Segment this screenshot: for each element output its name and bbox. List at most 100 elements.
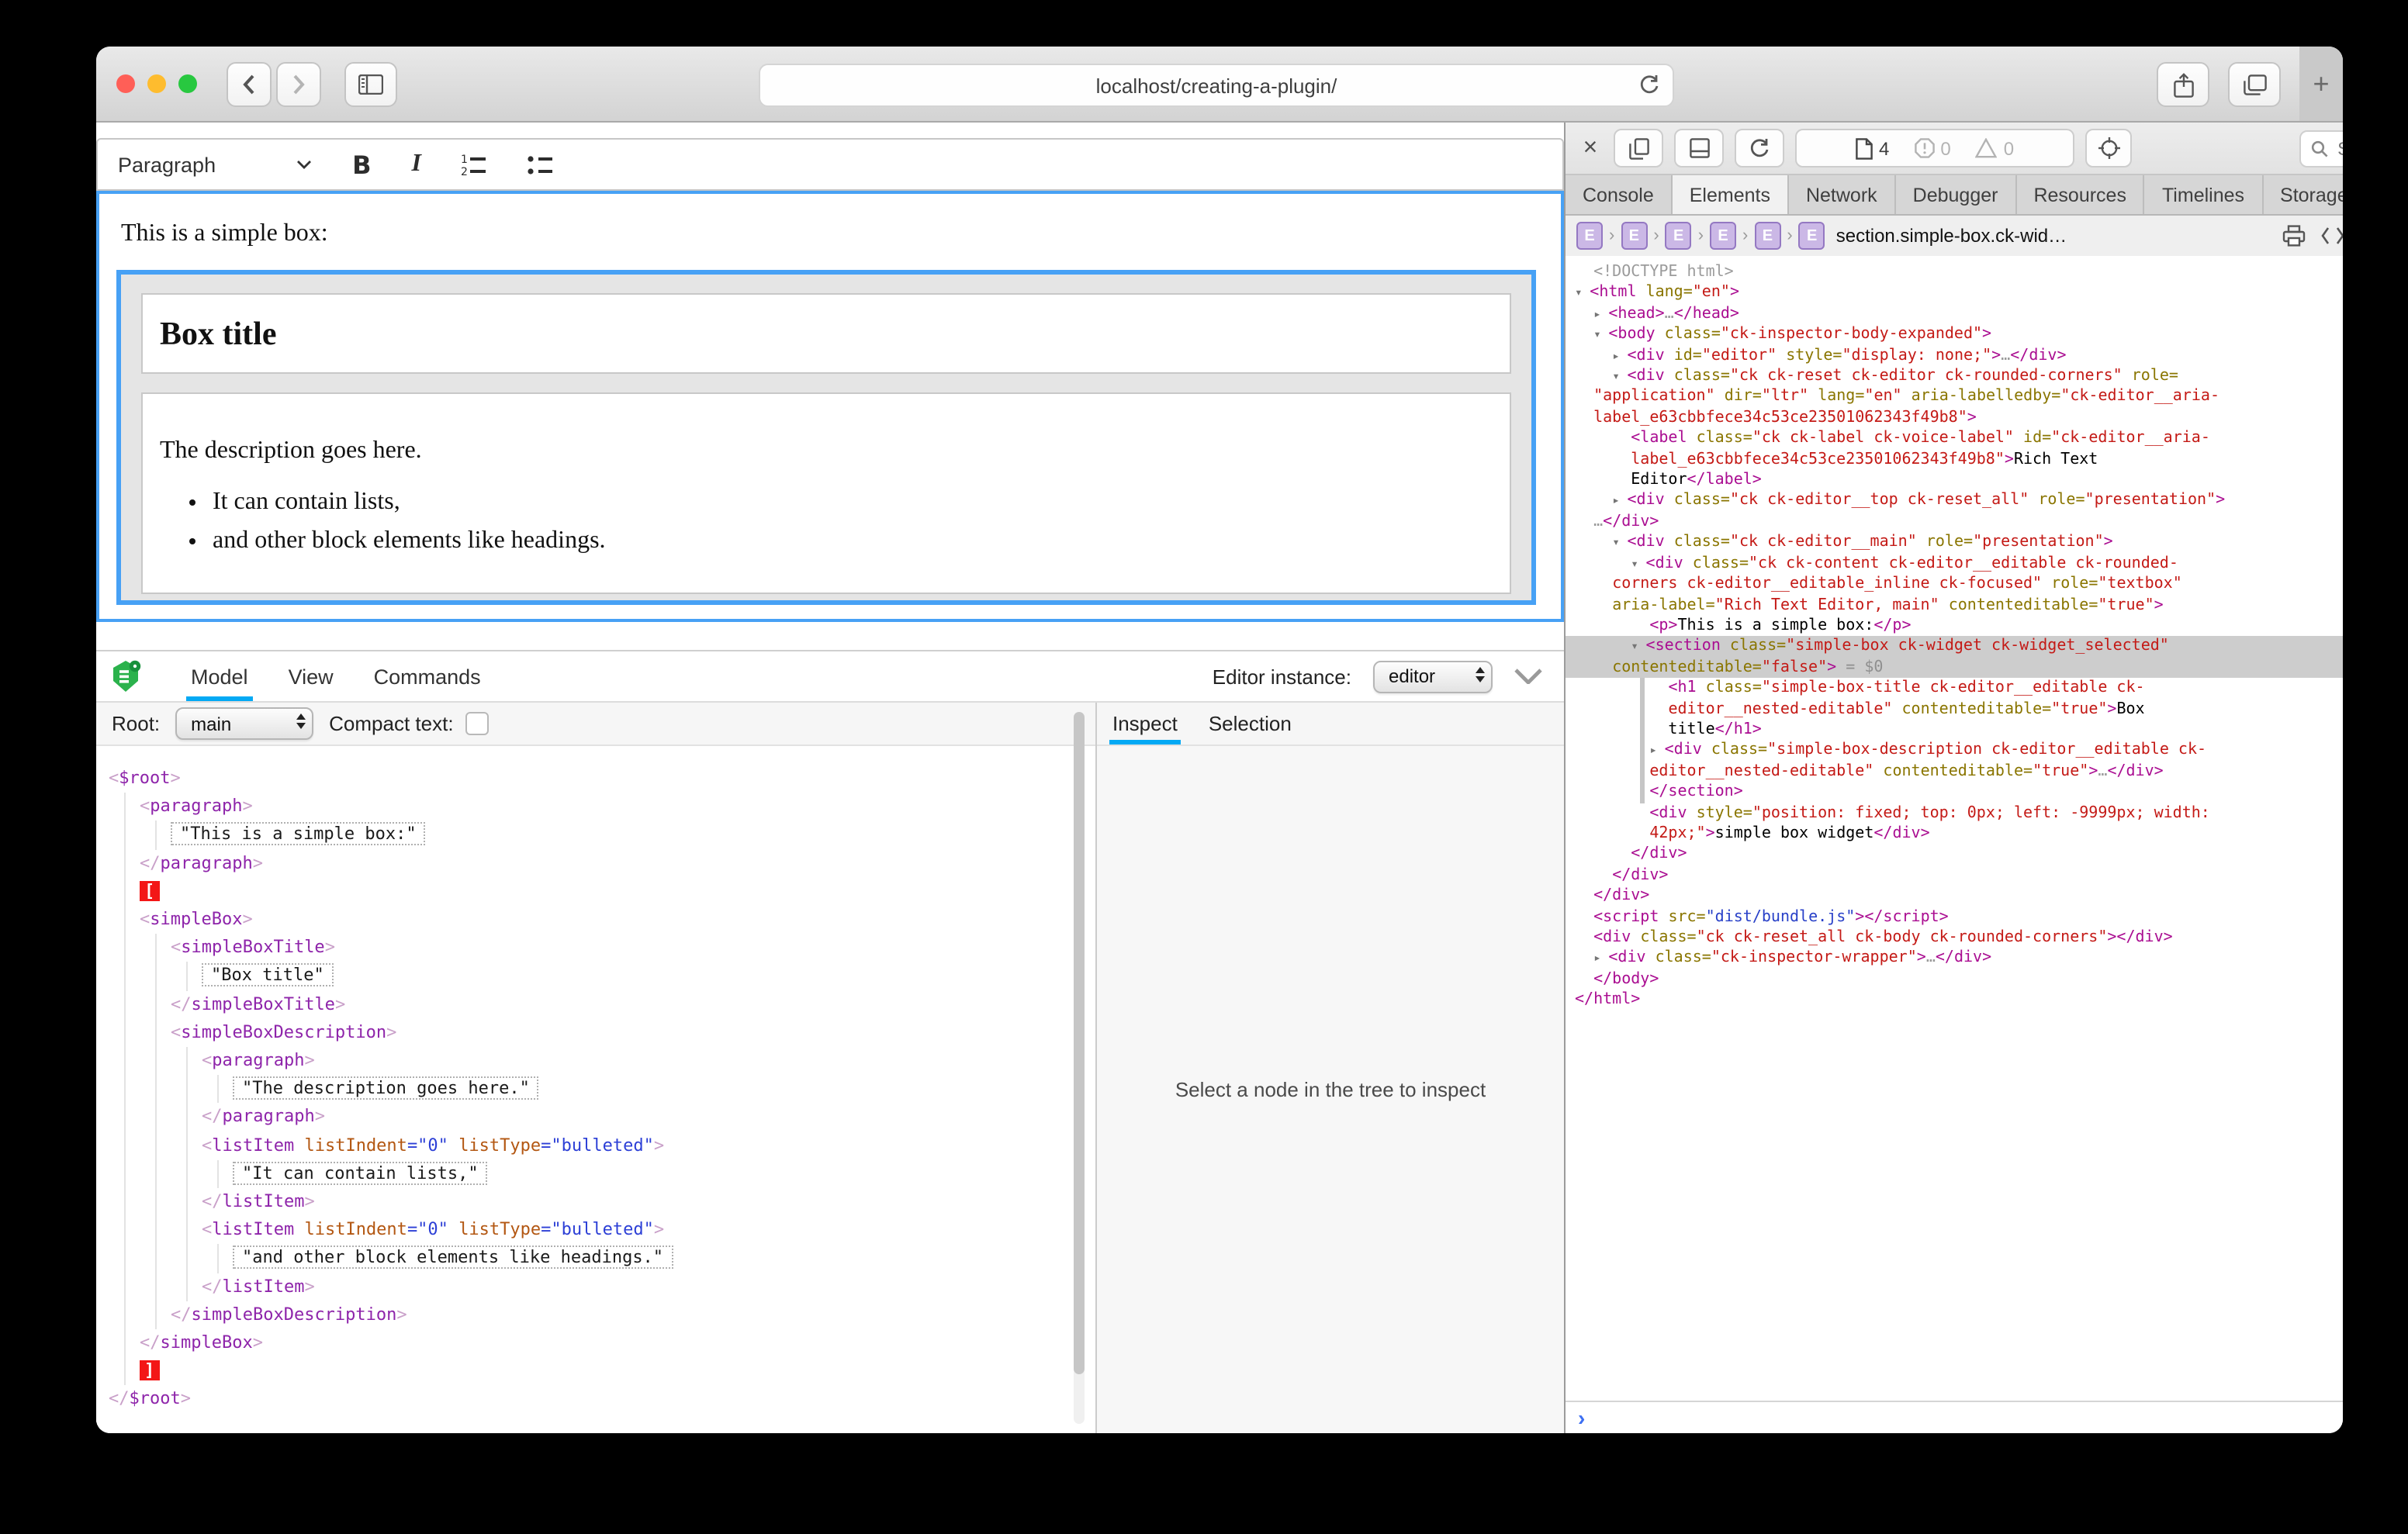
- dom-line[interactable]: ▾ <div class="ck ck-reset ck-editor ck-r…: [1575, 366, 2343, 387]
- dom-line[interactable]: ▸ <div id="editor" style="display: none;…: [1575, 345, 2343, 366]
- code-brackets-icon[interactable]: [2320, 226, 2343, 245]
- new-tab-button[interactable]: +: [2299, 47, 2343, 121]
- dom-line[interactable]: 42px;">simple box widget</div>: [1575, 824, 2343, 845]
- dom-line[interactable]: </div>: [1575, 865, 2343, 886]
- dom-line-selected[interactable]: contenteditable="false"> = $0: [1566, 657, 2343, 678]
- simple-box-title[interactable]: Box title: [141, 293, 1511, 374]
- dom-line[interactable]: Editor</label>: [1575, 470, 2343, 491]
- bulleted-list-button[interactable]: [528, 154, 555, 175]
- model-tag-simpleBoxDescription[interactable]: </simpleBoxDescription>: [171, 1301, 1095, 1329]
- root-select[interactable]: main: [175, 707, 313, 740]
- inspector-tab-model[interactable]: Model: [171, 651, 268, 701]
- dom-line[interactable]: ▾ <div class="ck ck-content ck-editor__e…: [1575, 553, 2343, 574]
- share-button[interactable]: [2157, 62, 2209, 107]
- dom-line[interactable]: ▸ <head>…</head>: [1575, 304, 2343, 325]
- dom-line[interactable]: ▸ <div class="ck ck-editor__top ck-reset…: [1575, 491, 2343, 512]
- dom-line[interactable]: <script src="dist/bundle.js"></script>: [1575, 907, 2343, 928]
- model-tag-root[interactable]: </$root>: [109, 1386, 1095, 1414]
- tab-overview-button[interactable]: [2228, 62, 2281, 107]
- address-bar[interactable]: localhost/creating-a-plugin/: [759, 64, 1674, 107]
- dom-line[interactable]: ▾ <html lang="en">: [1575, 283, 2343, 304]
- back-button[interactable]: [227, 61, 272, 106]
- model-tag-root[interactable]: <$root>: [109, 765, 1095, 793]
- devtools-tab-timelines[interactable]: Timelines: [2145, 175, 2263, 214]
- node-inspector-tab-inspect[interactable]: Inspect: [1097, 703, 1193, 745]
- model-text-node[interactable]: "Box title": [202, 962, 1095, 990]
- model-tag-simpleBoxDescription[interactable]: <simpleBoxDescription>: [171, 1019, 1095, 1047]
- close-devtools-button[interactable]: ×: [1578, 134, 1603, 162]
- model-text-node[interactable]: "The description goes here.": [233, 1075, 1095, 1103]
- model-tag-paragraph[interactable]: </paragraph>: [202, 1104, 1095, 1131]
- devtools-tab-network[interactable]: Network: [1789, 175, 1896, 214]
- model-tag-simpleBoxTitle[interactable]: <simpleBoxTitle>: [171, 934, 1095, 962]
- dom-line[interactable]: aria-label="Rich Text Editor, main" cont…: [1575, 595, 2343, 616]
- numbered-list-button[interactable]: 1 2: [462, 154, 488, 175]
- model-text-node[interactable]: "It can contain lists,": [233, 1160, 1095, 1188]
- devtools-tab-elements[interactable]: Elements: [1673, 175, 1789, 214]
- dom-line[interactable]: </html>: [1575, 990, 2343, 1011]
- sidebar-toggle-button[interactable]: [344, 61, 397, 106]
- model-tag-listItem[interactable]: <listItem listIndent="0" listType="bulle…: [202, 1131, 1095, 1159]
- devtools-tab-storage[interactable]: Storage: [2263, 175, 2343, 214]
- model-tag-paragraph[interactable]: <paragraph>: [140, 793, 1095, 821]
- reload-page-button[interactable]: [1735, 129, 1784, 168]
- quick-console[interactable]: ›: [1566, 1401, 2343, 1433]
- model-selection-marker[interactable]: [: [140, 878, 1095, 906]
- scrollbar-thumb[interactable]: [1074, 712, 1085, 1374]
- compact-text-checkbox[interactable]: [466, 712, 490, 735]
- editor-instance-select[interactable]: editor: [1373, 660, 1493, 693]
- dom-line-selected[interactable]: ▾ <section class="simple-box ck-widget c…: [1566, 637, 2343, 658]
- breadcrumb-node-icon[interactable]: E: [1576, 222, 1603, 250]
- model-tag-paragraph[interactable]: </paragraph>: [140, 849, 1095, 877]
- dom-line[interactable]: "application" dir="ltr" lang="en" aria-l…: [1575, 387, 2343, 408]
- dom-line[interactable]: ▾ <body class="ck-inspector-body-expande…: [1575, 324, 2343, 345]
- editor-paragraph[interactable]: This is a simple box:: [99, 194, 1561, 248]
- dom-line[interactable]: editor__nested-editable" contenteditable…: [1575, 699, 2343, 720]
- model-text-node[interactable]: "and other block elements like headings.…: [233, 1245, 1095, 1273]
- model-selection-marker[interactable]: ]: [140, 1358, 1095, 1386]
- breadcrumb-node-icon[interactable]: E: [1621, 222, 1647, 250]
- reload-icon[interactable]: [1638, 73, 1660, 96]
- dom-line[interactable]: </body>: [1575, 969, 2343, 990]
- devtools-search-field[interactable]: [2299, 130, 2343, 167]
- node-inspector-tab-selection[interactable]: Selection: [1193, 703, 1307, 745]
- editor-editable-area[interactable]: This is a simple box: Box title The desc…: [96, 191, 1564, 622]
- dom-line[interactable]: <!DOCTYPE html>: [1575, 262, 2343, 283]
- model-tag-paragraph[interactable]: <paragraph>: [202, 1047, 1095, 1075]
- close-window-button[interactable]: [116, 74, 135, 93]
- dom-line[interactable]: <label class="ck ck-label ck-voice-label…: [1575, 429, 2343, 450]
- print-icon[interactable]: [2282, 225, 2305, 247]
- dom-line[interactable]: ▸ <div class="ck-inspector-wrapper">…</d…: [1575, 948, 2343, 969]
- model-tree-scrollbar[interactable]: [1074, 712, 1085, 1424]
- element-picker-button[interactable]: [2085, 129, 2132, 168]
- model-tag-simpleBoxTitle[interactable]: </simpleBoxTitle>: [171, 990, 1095, 1018]
- zoom-window-button[interactable]: [178, 74, 197, 93]
- dom-line[interactable]: </section>: [1575, 782, 2343, 803]
- dom-line[interactable]: <div style="position: fixed; top: 0px; l…: [1575, 803, 2343, 824]
- dom-line[interactable]: corners ck-editor__editable_inline ck-fo…: [1575, 574, 2343, 595]
- simple-box-description[interactable]: The description goes here. It can contai…: [141, 392, 1511, 594]
- italic-button[interactable]: I: [412, 150, 421, 178]
- bold-button[interactable]: B: [352, 150, 371, 179]
- model-tag-simpleBox[interactable]: <simpleBox>: [140, 906, 1095, 934]
- devtools-tab-debugger[interactable]: Debugger: [1896, 175, 2017, 214]
- resource-status-control[interactable]: 4 0: [1795, 129, 2074, 168]
- list-item[interactable]: and other block elements like headings.: [213, 527, 1510, 555]
- breadcrumb-node-icon[interactable]: E: [1710, 222, 1736, 250]
- breadcrumb-selected-node-label[interactable]: section.simple-box.ck-wid…: [1836, 225, 2067, 247]
- simple-box-widget[interactable]: Box title The description goes here. It …: [116, 270, 1536, 605]
- dom-line[interactable]: <h1 class="simple-box-title ck-editor__e…: [1575, 678, 2343, 699]
- model-tag-listItem[interactable]: </listItem>: [202, 1188, 1095, 1216]
- dom-line[interactable]: …</div>: [1575, 512, 2343, 533]
- dom-line[interactable]: label_e63cbbfece34c53ce23501062343f49b8"…: [1575, 408, 2343, 429]
- dom-line[interactable]: <div class="ck ck-reset_all ck-body ck-r…: [1575, 928, 2343, 948]
- copy-button[interactable]: [1614, 129, 1663, 168]
- dom-line[interactable]: </div>: [1575, 845, 2343, 865]
- inspector-tab-view[interactable]: View: [268, 651, 354, 701]
- devtools-tab-console[interactable]: Console: [1566, 175, 1673, 214]
- list-item[interactable]: It can contain lists,: [213, 489, 1510, 517]
- dom-line[interactable]: ▾ <div class="ck ck-editor__main" role="…: [1575, 533, 2343, 554]
- dom-line[interactable]: label_e63cbbfece34c53ce23501062343f49b8"…: [1575, 449, 2343, 470]
- paragraph-dropdown[interactable]: Paragraph: [118, 153, 312, 176]
- model-tag-simpleBox[interactable]: </simpleBox>: [140, 1329, 1095, 1357]
